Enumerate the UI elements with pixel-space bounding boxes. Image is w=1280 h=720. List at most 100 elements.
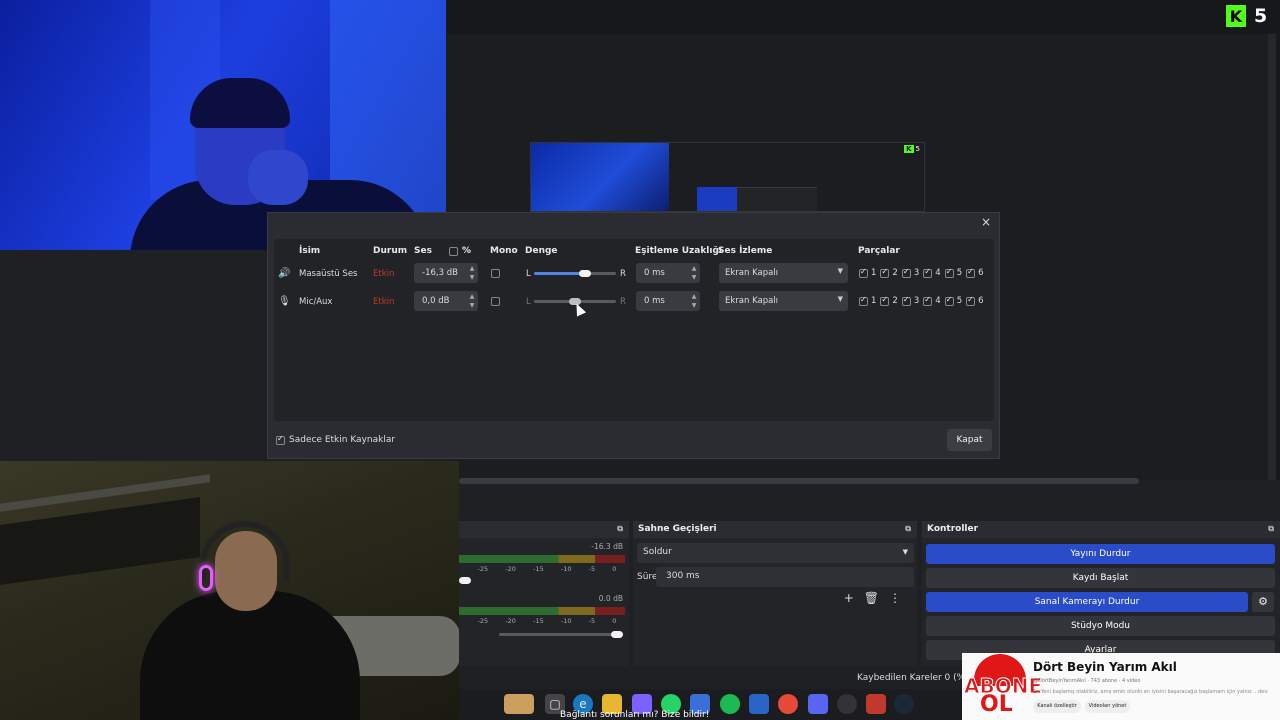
- tracks-group: 1 2 3 4 5 6: [859, 267, 984, 278]
- mic-volume-slider[interactable]: [499, 633, 619, 636]
- weather-icon[interactable]: [504, 694, 534, 714]
- source-status: Etkin: [373, 297, 395, 307]
- track-checkbox[interactable]: [880, 267, 890, 278]
- percent-checkbox[interactable]: [449, 247, 458, 256]
- customize-channel-button[interactable]: Kanalı özelleştir: [1033, 700, 1081, 713]
- nested-preview: K5: [530, 142, 925, 212]
- track-checkbox[interactable]: [966, 295, 976, 306]
- duration-label: Süre: [637, 572, 658, 582]
- add-icon[interactable]: +: [844, 591, 854, 605]
- header-balance: Denge: [525, 246, 558, 256]
- mail-icon[interactable]: [749, 694, 769, 714]
- app-icon[interactable]: [866, 694, 886, 714]
- monitoring-select[interactable]: Ekran Kapalı ▼: [719, 291, 848, 311]
- header-volume: Ses: [414, 246, 432, 256]
- close-icon[interactable]: ×: [979, 215, 993, 229]
- chevron-down-icon: ▼: [837, 295, 843, 303]
- trash-icon[interactable]: 🗑: [864, 591, 879, 605]
- chrome-icon[interactable]: [778, 694, 798, 714]
- channel-handle: @DörtBeyinYarımAkıl · 743 abone · 4 vide…: [1033, 678, 1141, 684]
- kick-number: 5: [1254, 5, 1268, 27]
- tracks-group: 1 2 3 4 5 6: [859, 295, 984, 306]
- track-checkbox[interactable]: [859, 267, 868, 278]
- desktop-db: -16.3 dB: [591, 542, 623, 551]
- scene-transitions-dock: Sahne Geçişleri ⧉ Soldur ▼ Süre 300 ms + 🗑…: [633, 521, 917, 666]
- dock-row: ⧉ -16.3 dB -25 -20 -15 -10 -5 0 0.0 dB -25 -20…: [459, 521, 1280, 671]
- track-checkbox[interactable]: [901, 267, 911, 278]
- desktop-volume-handle[interactable]: [459, 577, 471, 584]
- mic-volume-handle[interactable]: [611, 631, 623, 638]
- source-name: Masaüstü Ses: [299, 269, 358, 279]
- spin-arrows-icon[interactable]: ▲ ▼: [690, 264, 698, 282]
- desktop-meter: [459, 555, 625, 563]
- nested-webcam: [531, 143, 669, 211]
- track-checkbox[interactable]: [944, 295, 954, 306]
- only-active-checkbox[interactable]: [276, 434, 285, 445]
- track-checkbox[interactable]: [880, 295, 890, 306]
- track-checkbox[interactable]: [966, 267, 976, 278]
- close-button[interactable]: Kapat: [947, 429, 992, 451]
- balance-handle[interactable]: [578, 270, 591, 277]
- mic-db: 0.0 dB: [598, 594, 623, 603]
- webcam-bottom: [0, 461, 459, 720]
- studio-mode-button[interactable]: Stüdyo Modu: [926, 616, 1275, 636]
- stop-stream-button[interactable]: Yayını Durdur: [926, 544, 1275, 564]
- controls-dock: Kontroller ⧉ Yayını Durdur Kaydı Başlat S…: [922, 521, 1280, 666]
- mixer-title: ⧉: [459, 521, 629, 538]
- header-monitoring: Ses İzleme: [718, 246, 773, 256]
- volume-spinbox[interactable]: -16,3 dB ▲ ▼: [414, 263, 478, 283]
- microphone-icon: 🎙: [278, 296, 291, 307]
- source-name: Mic/Aux: [299, 297, 333, 307]
- transition-buttons: + 🗑 ⋮: [844, 591, 901, 605]
- mono-checkbox[interactable]: [491, 297, 500, 306]
- header-tracks: Parçalar: [858, 246, 900, 256]
- mic-meter-ticks: -25 -20 -15 -10 -5 0: [477, 617, 617, 625]
- discord-icon[interactable]: [808, 694, 828, 714]
- volume-spinbox[interactable]: 0,0 dB ▲ ▼: [414, 291, 478, 311]
- start-recording-button[interactable]: Kaydı Başlat: [926, 568, 1275, 588]
- manage-videos-button[interactable]: Videoları yönet: [1085, 700, 1130, 713]
- track-checkbox[interactable]: [901, 295, 911, 306]
- mono-checkbox[interactable]: [491, 269, 500, 278]
- stop-virtual-camera-button[interactable]: Sanal Kamerayı Durdur: [926, 592, 1248, 612]
- audio-row-desktop: 🔊 Masaüstü Ses Etkin -16,3 dB ▲ ▼ L R 0 ms…: [268, 263, 1001, 285]
- popout-icon[interactable]: ⧉: [617, 524, 623, 534]
- preview-scrollbar[interactable]: [1268, 34, 1276, 480]
- webcam-bed: [0, 496, 200, 586]
- spin-arrows-icon[interactable]: ▲ ▼: [468, 292, 476, 310]
- only-active-sources[interactable]: Sadece Etkin Kaynaklar: [276, 434, 395, 445]
- header-sync-offset: Eşitleme Uzaklığı: [635, 246, 722, 256]
- nested-subpreview-cam: [697, 187, 737, 211]
- monitoring-select[interactable]: Ekran Kapalı ▼: [719, 263, 848, 283]
- speaker-icon: 🔊: [278, 268, 291, 279]
- track-checkbox[interactable]: [944, 267, 954, 278]
- obs-icon[interactable]: [837, 694, 857, 714]
- track-checkbox[interactable]: [923, 295, 933, 306]
- audio-row-mic: 🎙 Mic/Aux Etkin 0,0 dB ▲ ▼ L R 0 ms ▲ ▼ Ekra…: [268, 291, 1001, 313]
- sync-offset-spinbox[interactable]: 0 ms ▲ ▼: [636, 263, 700, 283]
- balance-left-label: L: [526, 297, 531, 307]
- popout-icon[interactable]: ⧉: [1268, 524, 1274, 534]
- spin-arrows-icon[interactable]: ▲ ▼: [690, 292, 698, 310]
- more-icon[interactable]: ⋮: [889, 591, 901, 605]
- spotify-icon[interactable]: [720, 694, 740, 714]
- horizontal-scrollbar[interactable]: [459, 478, 1139, 484]
- sync-offset-spinbox[interactable]: 0 ms ▲ ▼: [636, 291, 700, 311]
- transition-select[interactable]: Soldur ▼: [637, 543, 914, 563]
- header-percent: %: [462, 246, 472, 256]
- channel-name: Dört Beyin Yarım Akıl: [1033, 660, 1177, 674]
- duration-input[interactable]: 300 ms: [656, 567, 914, 587]
- chevron-down-icon: ▼: [902, 548, 908, 556]
- kick-logo: K 5: [1226, 3, 1274, 29]
- track-checkbox[interactable]: [923, 267, 933, 278]
- track-checkbox[interactable]: [859, 295, 868, 306]
- balance-right-label: R: [620, 297, 626, 307]
- transitions-title: Sahne Geçişleri ⧉: [633, 521, 917, 538]
- gear-icon[interactable]: ⚙: [1252, 592, 1274, 612]
- popout-icon[interactable]: ⧉: [905, 524, 911, 534]
- channel-description: En Yeni başlamış olabiliriz, ama emin ol…: [1033, 689, 1268, 695]
- balance-right-label: R: [620, 269, 626, 279]
- mic-meter: [459, 607, 625, 615]
- spin-arrows-icon[interactable]: ▲ ▼: [468, 264, 476, 282]
- steam-icon[interactable]: [894, 694, 914, 714]
